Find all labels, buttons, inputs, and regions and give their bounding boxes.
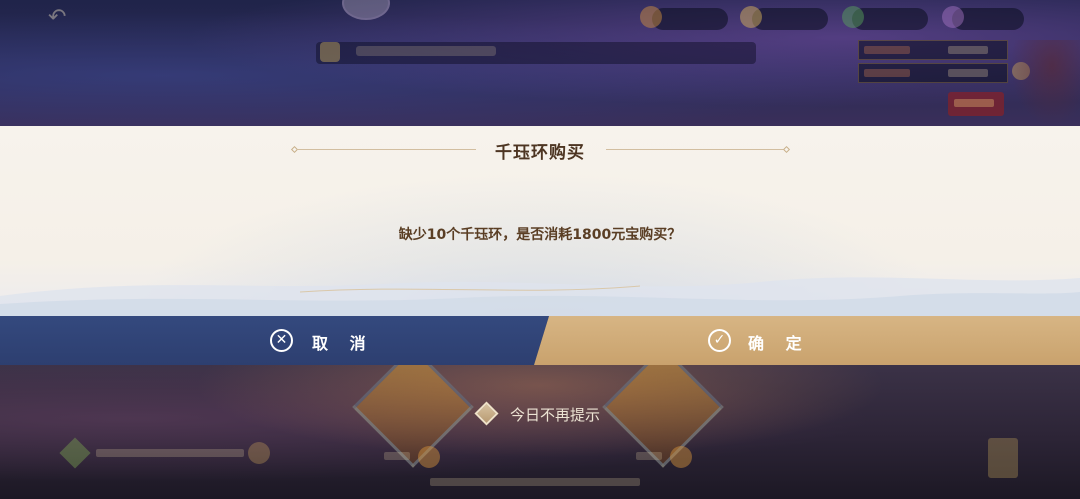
currency-bar-1	[652, 8, 728, 30]
red-button-text-blurred	[954, 99, 994, 107]
currency-4-icon	[942, 6, 964, 28]
stat-label-2-blurred	[864, 69, 910, 77]
currency-1-icon	[640, 6, 662, 28]
close-circle-icon: ✕	[270, 329, 293, 352]
character-silhouette	[1010, 40, 1080, 126]
task-coin-icon	[248, 442, 270, 464]
cost-2-blurred	[636, 452, 662, 460]
dont-remind-today-label: 今日不再提示	[510, 406, 601, 424]
back-arrow-icon: ↶	[48, 5, 67, 30]
cost-2-icon	[670, 446, 692, 468]
diamond-checkbox-icon[interactable]	[474, 401, 499, 426]
confirm-button[interactable]: ✓ 确 定	[534, 316, 1080, 365]
dialog-title: 千珏环购买	[495, 143, 585, 163]
side-tab-blurred	[988, 438, 1018, 478]
notice-text-blurred	[356, 46, 496, 56]
stat-value-2-blurred	[948, 69, 988, 77]
dont-remind-today-checkbox[interactable]: 今日不再提示	[474, 401, 634, 427]
stat-value-1-blurred	[948, 46, 988, 54]
footer-text-blurred	[430, 478, 640, 486]
cost-1-icon	[418, 446, 440, 468]
screen-title-blurred	[108, 8, 115, 27]
decorative-wave	[0, 277, 1080, 316]
stat-label-1-blurred	[864, 46, 910, 54]
dialog-button-row: ✕ 取 消 ✓ 确 定	[0, 316, 1080, 365]
currency-3-icon	[842, 6, 864, 28]
currency-2-icon	[740, 6, 762, 28]
purchase-dialog: 千珏环购买 缺少10个千珏环，是否消耗1800元宝购买？	[0, 126, 1080, 316]
dialog-title-bar: 千珏环购买	[0, 138, 1080, 163]
task-text-blurred	[96, 449, 244, 457]
cancel-button-label: 取 消	[312, 334, 374, 353]
title-right-divider	[606, 149, 784, 150]
cost-1-blurred	[384, 452, 410, 460]
dialog-message: 缺少10个千珏环，是否消耗1800元宝购买？	[398, 227, 682, 243]
check-circle-icon: ✓	[708, 329, 731, 352]
confirm-button-label: 确 定	[748, 334, 810, 353]
currency-bar-2	[752, 8, 828, 30]
cancel-button[interactable]: ✕ 取 消	[0, 316, 549, 365]
notice-icon	[320, 42, 340, 62]
